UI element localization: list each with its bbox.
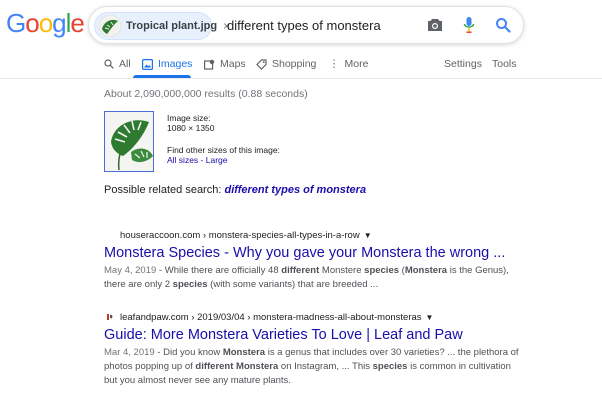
result-url-text: houseraccoon.com › monstera-species-all-…	[120, 229, 360, 241]
tab-all-label: All	[119, 58, 131, 70]
caret-down-icon[interactable]: ▼	[364, 231, 372, 240]
result-snippet: May 4, 2019 - While there are officially…	[104, 264, 524, 292]
image-info: Image size: 1080 × 1350 Find other sizes…	[167, 113, 280, 165]
snippet-highlight: species	[372, 361, 408, 372]
related-search-label: Possible related search:	[104, 184, 222, 196]
tab-maps-label: Maps	[220, 58, 246, 70]
snippet-highlight: Monstera	[404, 265, 448, 276]
all-sizes-link[interactable]: All sizes	[167, 155, 198, 165]
search-icon	[104, 59, 114, 69]
microphone-icon[interactable]	[459, 15, 479, 35]
snippet-text: on Instagram, ... This	[278, 361, 373, 372]
favicon-icon	[105, 312, 115, 322]
result-url[interactable]: houseraccoon.com › monstera-species-all-…	[104, 229, 524, 241]
tab-images[interactable]: Images	[142, 55, 192, 73]
result-date: Mar 4, 2019	[104, 347, 155, 358]
search-icon[interactable]	[493, 15, 513, 35]
tab-images-label: Images	[158, 58, 193, 70]
search-box[interactable]: Tropical plant.jpg × different types of …	[88, 6, 524, 44]
image-size-value: 1080 × 1350	[167, 123, 215, 133]
results-stats: About 2,090,000,000 results (0.88 second…	[104, 88, 308, 100]
chip-thumbnail	[99, 15, 121, 37]
result-url[interactable]: leafandpaw.com › 2019/03/04 › monstera-m…	[104, 311, 524, 323]
result-url-text: leafandpaw.com › 2019/03/04 › monstera-m…	[120, 311, 422, 323]
search-input[interactable]: different types of monstera	[227, 18, 381, 33]
tab-more-label: More	[344, 58, 369, 70]
result-snippet: Mar 4, 2019 - Did you know Monstera is a…	[104, 346, 524, 388]
search-result: houseraccoon.com › monstera-species-all-…	[104, 229, 524, 292]
image-icon	[142, 58, 153, 70]
result-date: May 4, 2019	[104, 265, 157, 276]
link-separator: -	[198, 155, 206, 165]
google-logo[interactable]: Google	[6, 8, 85, 39]
find-sizes-label: Find other sizes of this image:	[167, 145, 280, 155]
snippet-highlight: species	[172, 279, 208, 290]
more-dots-icon: ⋮	[329, 58, 340, 70]
query-image-thumbnail[interactable]	[104, 111, 154, 172]
tab-all[interactable]: All	[104, 55, 131, 73]
tab-tools-label: Tools	[492, 58, 517, 70]
tab-settings[interactable]: Settings	[444, 55, 482, 73]
snippet-highlight: species	[364, 265, 400, 276]
snippet-text: - Did you know	[154, 347, 223, 358]
snippet-text: Monstere	[319, 265, 365, 276]
snippet-text: - While there are officially 48	[156, 265, 282, 276]
tab-shopping-label: Shopping	[272, 58, 317, 70]
large-size-link[interactable]: Large	[206, 155, 228, 165]
image-query-chip[interactable]: Tropical plant.jpg ×	[94, 12, 230, 40]
snippet-highlight: Monstera	[222, 347, 266, 358]
chip-label: Tropical plant.jpg	[126, 20, 218, 32]
tag-icon	[256, 58, 267, 70]
tab-tools[interactable]: Tools	[492, 55, 517, 73]
tab-maps[interactable]: Maps	[204, 55, 246, 73]
related-search-link[interactable]: different types of monstera	[224, 184, 366, 196]
result-title[interactable]: Monstera Species - Why you gave your Mon…	[104, 245, 524, 261]
caret-down-icon[interactable]: ▼	[426, 313, 434, 322]
related-search: Possible related search: different types…	[104, 184, 366, 196]
tab-more[interactable]: ⋮ More	[329, 55, 368, 73]
camera-icon[interactable]	[425, 15, 445, 35]
tab-shopping[interactable]: Shopping	[256, 55, 316, 73]
map-icon	[204, 59, 215, 70]
tab-settings-label: Settings	[444, 58, 482, 70]
search-tabs: All Images Maps Shopping ⋮ More Settings…	[104, 55, 602, 79]
image-size-label: Image size:	[167, 113, 211, 123]
snippet-highlight: different	[281, 265, 320, 276]
search-result: leafandpaw.com › 2019/03/04 › monstera-m…	[104, 311, 524, 388]
snippet-highlight: different Monstera	[195, 361, 279, 372]
favicon-icon	[104, 229, 116, 241]
result-title[interactable]: Guide: More Monstera Varieties To Love |…	[104, 327, 524, 343]
snippet-text: (with some variants) that are breeded ..…	[207, 279, 379, 290]
tabs-divider	[0, 78, 602, 79]
